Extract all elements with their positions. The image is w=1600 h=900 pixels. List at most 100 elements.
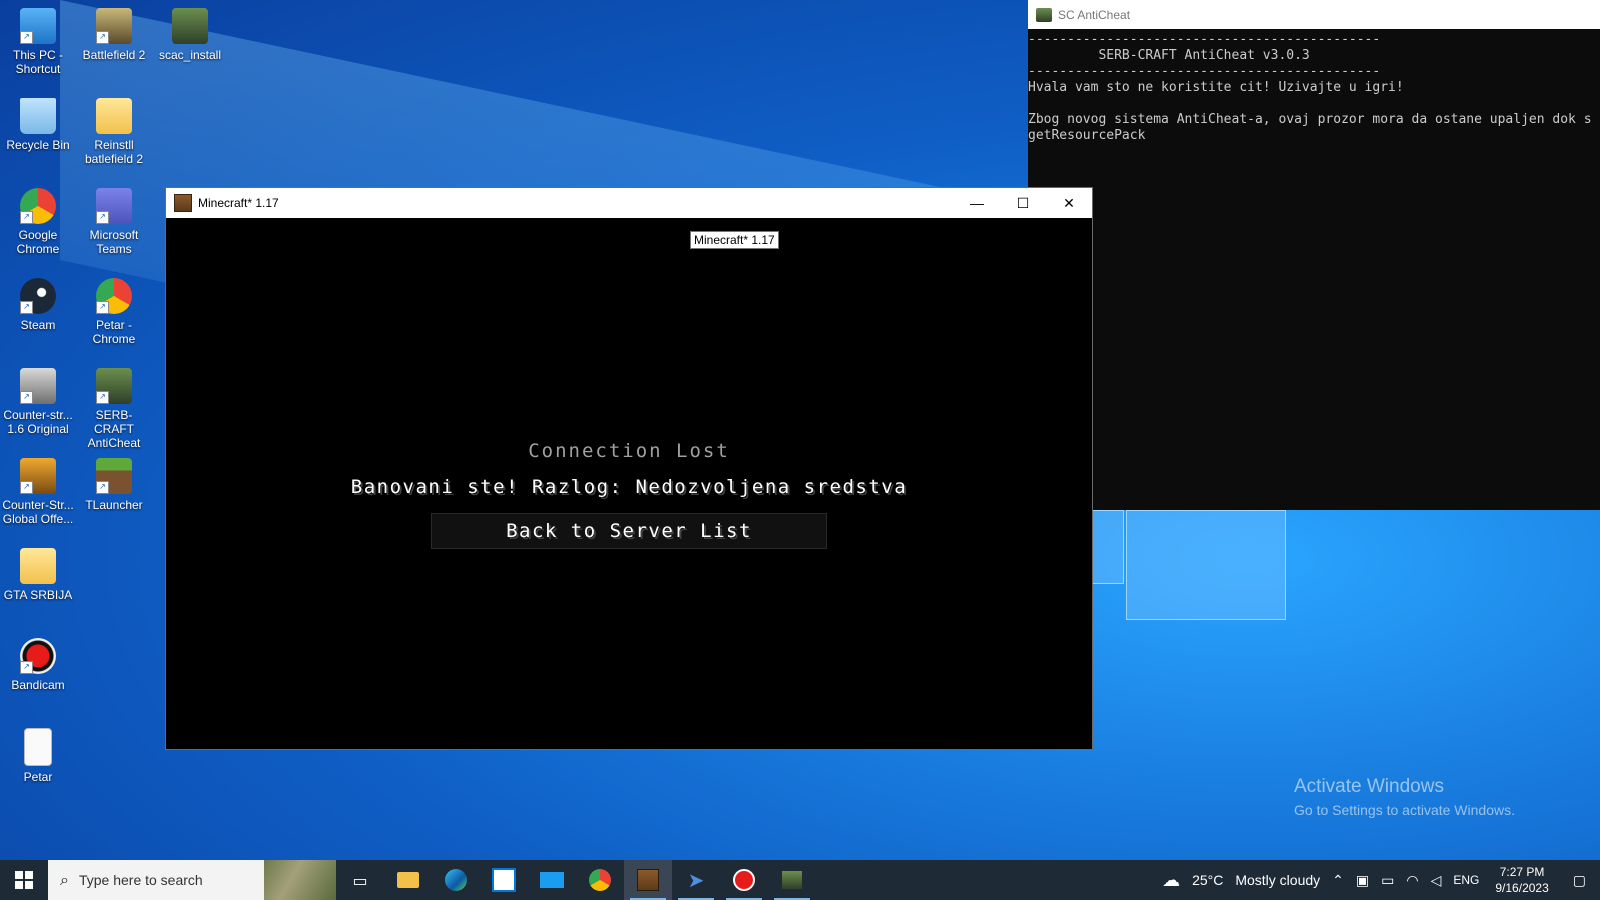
desktop-icon-label: Petar - Chrome	[92, 318, 136, 346]
taskbar-mail[interactable]	[528, 860, 576, 900]
minimize-button[interactable]: —	[954, 188, 1000, 218]
notification-icon[interactable]: ▢	[1559, 872, 1600, 889]
csgo-icon: ↗	[20, 458, 56, 494]
desktop-icon-label: TLauncher	[85, 498, 143, 512]
file-explorer-icon	[397, 872, 419, 888]
system-tray: ☁ 25°C Mostly cloudy ⌃ ▣ ▭ ◠ ◁ ENG 7:27 …	[1156, 860, 1600, 900]
language-indicator[interactable]: ENG	[1447, 873, 1485, 887]
desktop-icon-label: Reinstll batlefield 2	[84, 138, 144, 166]
minecraft-content: Connection Lost Banovani ste! Razlog: Ne…	[166, 218, 1092, 749]
activate-subtitle: Go to Settings to activate Windows.	[1294, 802, 1515, 818]
minecraft-title: Minecraft* 1.17	[198, 196, 279, 210]
desktop-icon-tlauncher[interactable]: ↗ TLauncher	[76, 452, 152, 512]
cursor-icon: ➤	[687, 868, 705, 892]
desktop-icon-chrome[interactable]: ↗ Google Chrome	[0, 182, 76, 256]
desktop-icon-battlefield[interactable]: ↗ Battlefield 2	[76, 2, 152, 62]
desktop-icon-recycle-bin[interactable]: Recycle Bin	[0, 92, 76, 152]
teams-icon: ↗	[96, 188, 132, 224]
maximize-button[interactable]: ☐	[1000, 188, 1046, 218]
desktop-icon-gta-srbija[interactable]: GTA SRBIJA	[0, 542, 76, 602]
desktop-icon-serb-craft[interactable]: ↗ SERB-CRAFT AntiCheat	[76, 362, 152, 450]
connection-lost-heading: Connection Lost	[528, 440, 730, 462]
desktop-icon-label: Microsoft Teams	[89, 228, 139, 256]
volume-icon[interactable]: ◁	[1425, 872, 1448, 889]
desktop-icon-petar[interactable]: Petar	[0, 722, 76, 784]
taskbar-cursor-app[interactable]: ➤	[672, 860, 720, 900]
task-view-button[interactable]: ▭	[336, 860, 384, 900]
taskbar-scac[interactable]	[768, 860, 816, 900]
battlefield-icon: ↗	[96, 8, 132, 44]
record-icon	[733, 869, 755, 891]
desktop-icon-label: This PC - Shortcut	[12, 48, 63, 76]
text-file-icon	[24, 728, 52, 766]
windows-start-icon	[15, 871, 33, 889]
maximize-icon: ☐	[1016, 194, 1030, 211]
desktop-icon-scac-install[interactable]: scac_install	[152, 2, 228, 62]
console-title: SC AntiCheat	[1058, 7, 1131, 22]
back-to-server-list-button[interactable]: Back to Server List	[431, 513, 827, 549]
clock[interactable]: 7:27 PM 9/16/2023	[1485, 864, 1558, 896]
chrome-icon	[589, 869, 611, 891]
scac-icon	[1036, 7, 1052, 22]
bandicam-icon: ↗	[20, 638, 56, 674]
meet-now-icon[interactable]: ▣	[1350, 872, 1375, 889]
taskbar-chrome[interactable]	[576, 860, 624, 900]
taskbar-file-explorer[interactable]	[384, 860, 432, 900]
desktop-icon-teams[interactable]: ↗ Microsoft Teams	[76, 182, 152, 256]
ban-message: Banovani ste! Razlog: Nedozvoljena sreds…	[350, 476, 908, 498]
scac-icon: ↗	[96, 368, 132, 404]
console-line: SERB-CRAFT AntiCheat v3.0.3	[1028, 48, 1310, 63]
desktop-icon-label: SERB-CRAFT AntiCheat	[87, 408, 141, 450]
minecraft-window[interactable]: Minecraft* 1.17 — ☐ ✕ Minecraft* 1.17 Co…	[165, 187, 1093, 750]
console-line: Hvala vam sto ne koristite cit! Uzivajte…	[1028, 80, 1404, 95]
close-button[interactable]: ✕	[1046, 188, 1092, 218]
network-icon[interactable]: ◠	[1400, 872, 1424, 889]
chrome-profile-icon: ↗	[96, 278, 132, 314]
search-icon: ⌕	[60, 870, 69, 889]
desktop-icon-label: Petar	[23, 770, 53, 784]
desktop-icon-label: Steam	[20, 318, 56, 332]
activate-title: Activate Windows	[1294, 776, 1444, 797]
folder-icon	[20, 548, 56, 584]
desktop-icon-petar-chrome[interactable]: ↗ Petar - Chrome	[76, 272, 152, 346]
desktop-icon-this-pc[interactable]: ↗ This PC - Shortcut	[0, 2, 76, 76]
taskbar: ⌕ Type here to search ▭ ➤ ☁ 25°C Mostly …	[0, 860, 1600, 900]
scac-icon	[172, 8, 208, 44]
this-pc-icon: ↗	[20, 8, 56, 44]
desktop-icon-label: GTA SRBIJA	[3, 588, 73, 602]
folder-icon	[96, 98, 132, 134]
taskbar-store[interactable]	[480, 860, 528, 900]
minecraft-titlebar[interactable]: Minecraft* 1.17 — ☐ ✕	[166, 188, 1092, 218]
desktop-icon-steam[interactable]: ↗ Steam	[0, 272, 76, 332]
minimize-icon: —	[970, 195, 984, 211]
activate-windows-watermark: Activate Windows Go to Settings to activ…	[1294, 776, 1515, 818]
anticheat-console-window[interactable]: SC AntiCheat ---------------------------…	[1028, 0, 1600, 510]
console-titlebar[interactable]: SC AntiCheat	[1028, 0, 1600, 29]
taskbar-minecraft[interactable]	[624, 860, 672, 900]
console-line: Zbog novog sistema AntiCheat-a, ovaj pro…	[1028, 112, 1592, 127]
taskbar-bandicam[interactable]	[720, 860, 768, 900]
desktop-icon-label: Recycle Bin	[6, 138, 70, 152]
desktop-icon-folder-reinstall[interactable]: Reinstll batlefield 2	[76, 92, 152, 166]
console-line: ----------------------------------------…	[1028, 32, 1381, 47]
battery-icon[interactable]: ▭	[1375, 872, 1400, 889]
taskbar-search-box[interactable]: ⌕ Type here to search	[48, 860, 336, 900]
desktop-icon-csgo[interactable]: ↗ Counter-Str... Global Offe...	[0, 452, 76, 526]
chevron-up-icon[interactable]: ⌃	[1326, 872, 1350, 889]
store-icon	[492, 868, 516, 892]
minecraft-icon	[637, 869, 659, 891]
weather-icon[interactable]: ☁	[1156, 870, 1186, 891]
weather-desc[interactable]: Mostly cloudy	[1229, 872, 1326, 888]
taskbar-edge[interactable]	[432, 860, 480, 900]
desktop-icon-label: Bandicam	[11, 678, 65, 692]
weather-temp[interactable]: 25°C	[1186, 872, 1229, 888]
desktop-icon-counter-strike[interactable]: ↗ Counter-str... 1.6 Original	[0, 362, 76, 436]
console-line: getResourcePack	[1028, 128, 1146, 143]
desktop-icon-bandicam[interactable]: ↗ Bandicam	[0, 632, 76, 692]
clock-time: 7:27 PM	[1499, 865, 1545, 879]
start-button[interactable]	[0, 860, 48, 900]
console-output: ----------------------------------------…	[1028, 29, 1600, 144]
desktop-icon-label: Google Chrome	[16, 228, 60, 256]
close-icon: ✕	[1063, 194, 1075, 211]
desktop-icon-label: Counter-Str... Global Offe...	[2, 498, 74, 526]
